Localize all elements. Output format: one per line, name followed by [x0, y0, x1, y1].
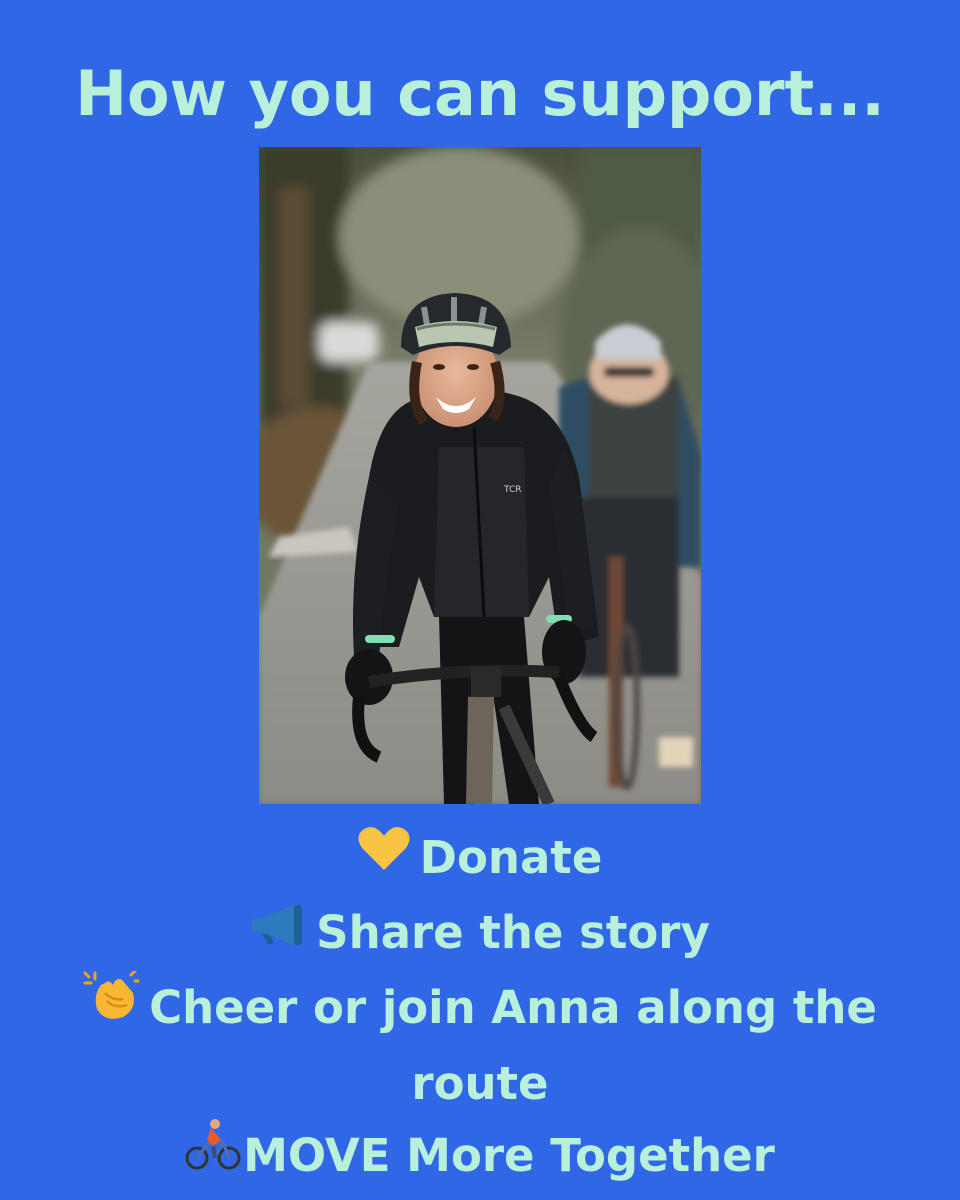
cyclist-icon	[185, 1118, 241, 1191]
megaphone-icon	[250, 896, 306, 968]
list-item-donate: Donate	[0, 822, 960, 897]
list-item-label-continued: route	[411, 1056, 549, 1110]
cyclist-photo: TCR	[259, 147, 701, 804]
jersey-logo-text: TCR	[503, 485, 522, 495]
list-item-label: MOVE More Together	[243, 1128, 775, 1182]
support-list: Donate Share the story Cheer or join Ann…	[0, 822, 960, 1195]
list-item-label: Share the story	[316, 906, 710, 959]
list-item-label: Donate	[419, 831, 603, 884]
list-item-share: Share the story	[0, 897, 960, 972]
clapping-hands-icon	[83, 969, 141, 1044]
list-item-move: MOVE More Together	[0, 1118, 960, 1196]
list-item-label: Cheer or join Anna along the	[149, 981, 877, 1034]
page-title: How you can support...	[75, 57, 885, 130]
list-item-cheer: Cheer or join Anna along the route	[0, 969, 960, 1120]
photo-illustration: TCR	[259, 147, 701, 804]
yellow-heart-icon	[358, 821, 410, 893]
